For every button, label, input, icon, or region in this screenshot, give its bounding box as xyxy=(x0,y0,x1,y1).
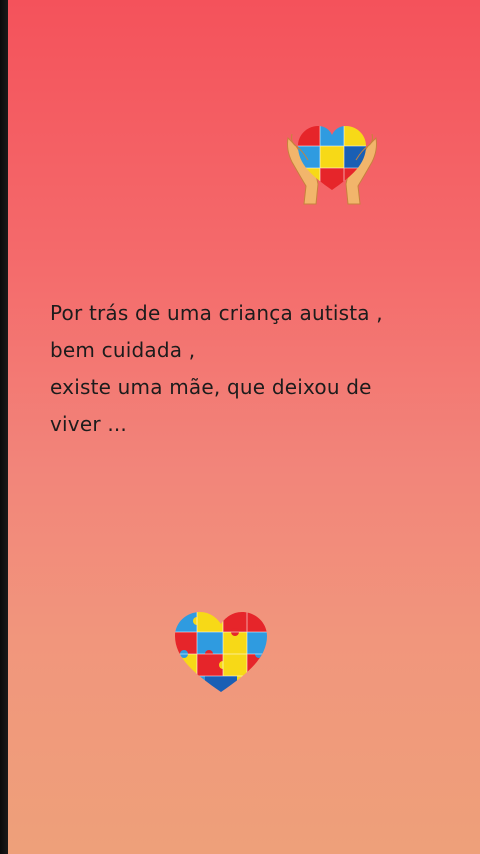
message-line-4: viver ... xyxy=(50,412,127,436)
message-line-3: existe uma mãe, que deixou de xyxy=(50,375,372,399)
story-message: Por trás de uma criança autista , bem cu… xyxy=(50,295,470,443)
left-edge-bar xyxy=(0,0,8,854)
story-card[interactable]: Por trás de uma criança autista , bem cu… xyxy=(8,0,480,854)
hands-holding-puzzle-heart-icon xyxy=(287,126,377,205)
message-line-1: Por trás de uma criança autista , xyxy=(50,301,383,325)
puzzle-heart-icon xyxy=(175,612,267,692)
message-line-2: bem cuidada , xyxy=(50,338,196,362)
